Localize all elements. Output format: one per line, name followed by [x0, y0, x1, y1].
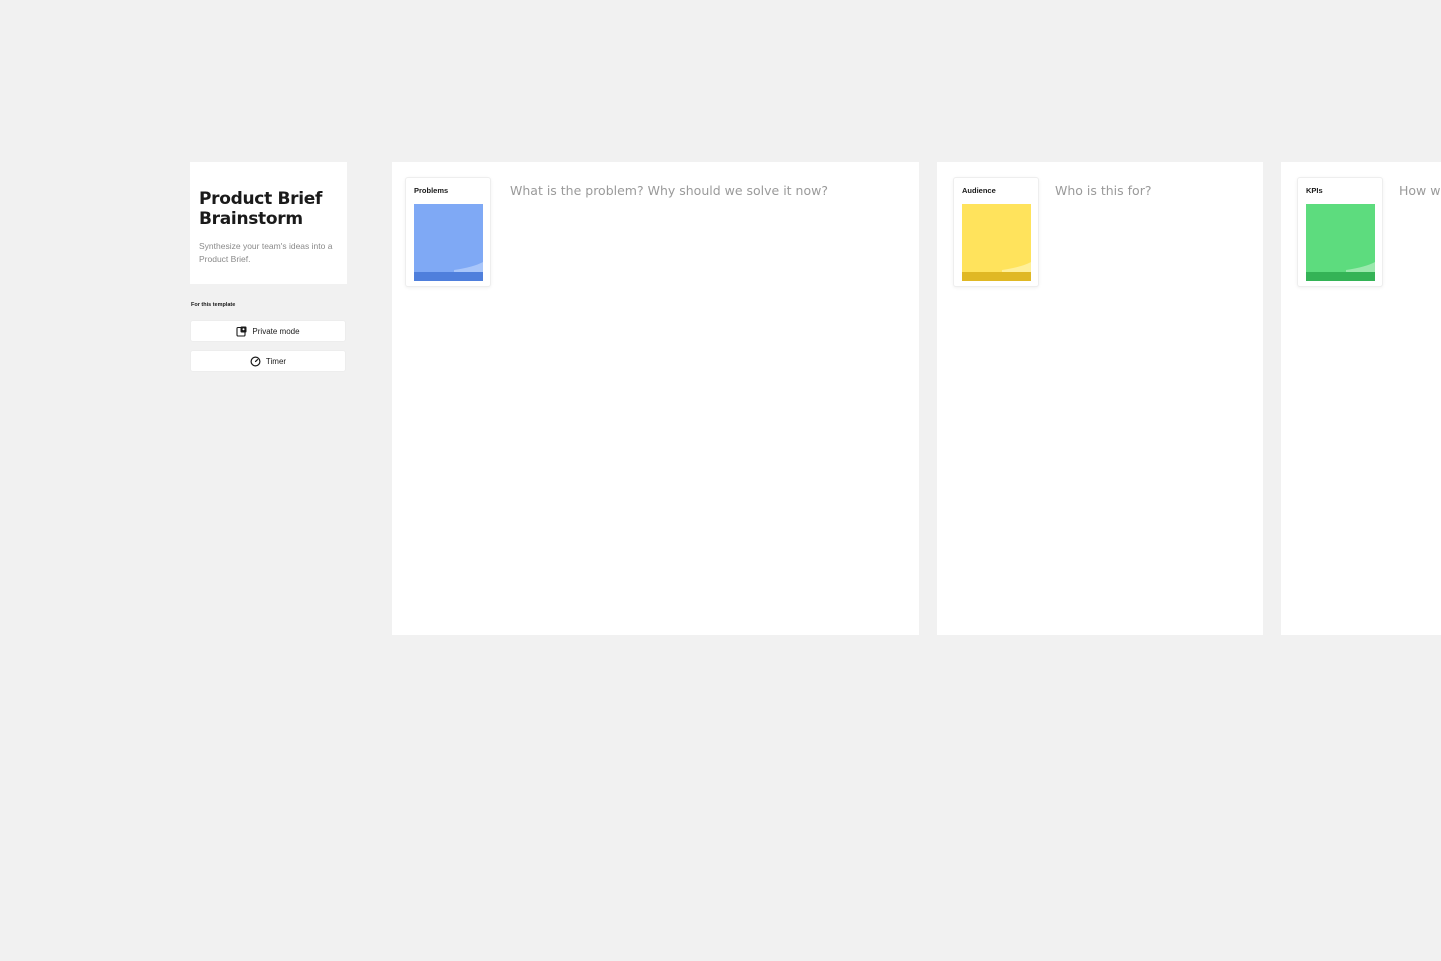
frame-prompt: What is the problem? Why should we solve… — [510, 183, 828, 198]
sticky-note-card[interactable]: KPIs — [1297, 177, 1383, 287]
template-title-line-2: Brainstorm — [199, 209, 303, 229]
sticky-note-card[interactable]: Problems — [405, 177, 491, 287]
sticky-card-label: Problems — [414, 186, 449, 195]
audience-frame[interactable]: Audience Who is this for? — [937, 162, 1263, 635]
private-mode-button[interactable]: Private mode — [190, 320, 346, 342]
template-title-line-1: Product Brief — [199, 189, 323, 209]
sticky-note-card[interactable]: Audience — [953, 177, 1039, 287]
problems-frame[interactable]: Problems What is the problem? Why should… — [392, 162, 919, 635]
for-this-template-heading: For this template — [191, 302, 236, 308]
private-mode-label: Private mode — [252, 326, 300, 336]
sticky-note-blue[interactable] — [414, 204, 483, 281]
timer-icon — [250, 355, 261, 367]
board-canvas[interactable]: Product Brief Brainstorm Synthesize your… — [0, 0, 1441, 961]
frame-prompt: How wi — [1399, 183, 1441, 198]
template-title: Product Brief Brainstorm — [199, 189, 338, 229]
timer-button[interactable]: Timer — [190, 350, 346, 372]
frame-prompt: Who is this for? — [1055, 183, 1152, 198]
sticky-card-label: Audience — [962, 186, 996, 195]
template-intro-card[interactable]: Product Brief Brainstorm Synthesize your… — [190, 162, 347, 284]
template-description: Synthesize your team's ideas into a Prod… — [199, 241, 333, 264]
private-mode-icon — [236, 326, 247, 337]
sticky-card-label: KPIs — [1306, 186, 1323, 195]
kpis-frame[interactable]: KPIs How wi — [1281, 162, 1441, 635]
sticky-note-green[interactable] — [1306, 204, 1375, 281]
sticky-note-yellow[interactable] — [962, 204, 1031, 281]
timer-label: Timer — [265, 356, 287, 366]
